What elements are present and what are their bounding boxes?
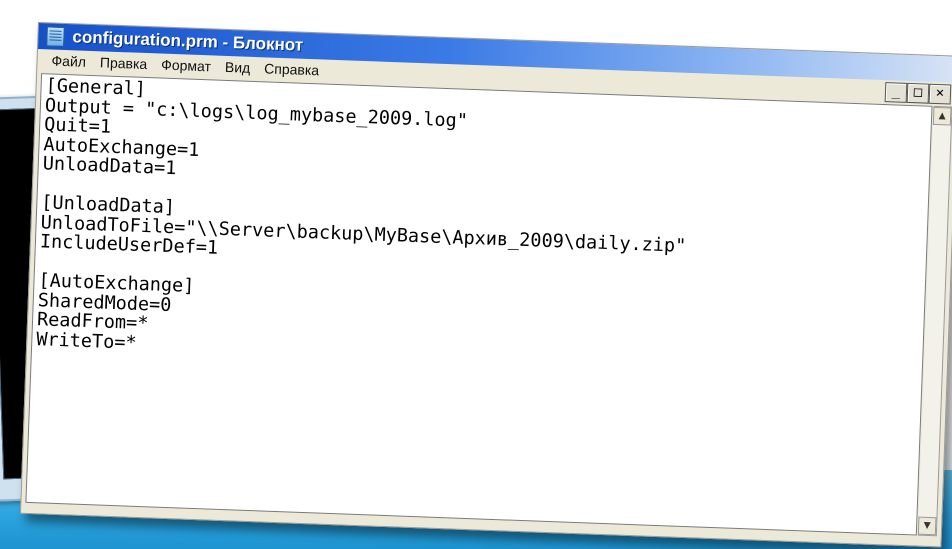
menu-edit[interactable]: Правка — [100, 54, 148, 72]
notepad-window: configuration.prm - Блокнот Файл Правка … — [19, 22, 952, 548]
scroll-up-icon[interactable]: ▲ — [932, 106, 952, 126]
minimize-button[interactable]: _ — [884, 82, 908, 103]
maximize-button[interactable]: □ — [906, 82, 930, 104]
file-content[interactable]: [General] Output = "c:\logs\log_mybase_2… — [32, 74, 932, 383]
scroll-down-icon[interactable]: ▼ — [917, 516, 937, 536]
close-button[interactable]: × — [928, 83, 952, 105]
menu-view[interactable]: Вид — [225, 59, 251, 76]
window-controls: _ □ × — [884, 82, 952, 105]
text-editor[interactable]: [General] Output = "c:\logs\log_mybase_2… — [25, 73, 933, 536]
notepad-icon — [46, 26, 65, 47]
menu-format[interactable]: Формат — [161, 57, 211, 75]
menu-help[interactable]: Справка — [264, 60, 319, 78]
menu-file[interactable]: Файл — [51, 53, 86, 70]
